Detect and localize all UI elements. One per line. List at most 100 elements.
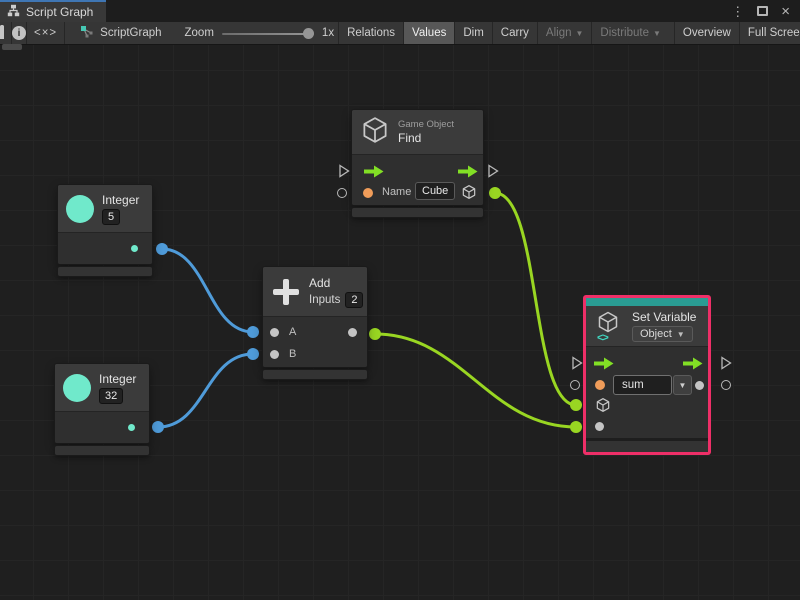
zoom-level: 1x — [322, 27, 334, 39]
add-sum-output-port[interactable] — [369, 328, 381, 340]
control-out-arrow-icon[interactable] — [682, 357, 704, 370]
addB-input-port[interactable] — [247, 348, 259, 360]
window-tab-bar: Script Graph ⋮ × — [0, 0, 800, 22]
chevron-down-icon: ▼ — [653, 29, 661, 38]
wire-integer32-to-addB[interactable] — [158, 354, 253, 427]
setvariable-control-input-port[interactable] — [571, 356, 583, 375]
variable-name-dropdown-button[interactable]: ▼ — [673, 375, 692, 395]
canvas-corner-chip — [2, 44, 22, 50]
tab-title: Script Graph — [26, 5, 93, 19]
window-maximize-icon[interactable] — [757, 6, 768, 16]
code-view-button[interactable]: <×> — [27, 22, 65, 44]
wire-find-to-setvariable[interactable] — [495, 193, 576, 405]
node-footer — [58, 267, 152, 276]
add-icon — [271, 277, 301, 307]
setvariable-value-output-port[interactable] — [721, 380, 731, 390]
addA-input-port[interactable] — [247, 326, 259, 338]
find-gameobject-output-port[interactable] — [489, 187, 501, 199]
node-title: Set Variable — [632, 310, 696, 324]
control-out-arrow-icon[interactable] — [457, 165, 479, 178]
integer-output-dot[interactable] — [128, 424, 135, 431]
node-add[interactable]: Add Inputs 2 A B — [263, 267, 367, 379]
node-footer — [263, 370, 367, 379]
control-in-arrow-icon[interactable] — [593, 357, 615, 370]
setvariable-name-input-port[interactable] — [570, 380, 580, 390]
node-integer-32[interactable]: Integer 32 — [55, 364, 149, 455]
integer-type-icon — [66, 195, 94, 223]
variable-name-input-dot[interactable] — [595, 380, 605, 390]
node-footer — [352, 208, 483, 217]
chevron-down-icon: ▼ — [576, 29, 584, 38]
output-value-dot[interactable] — [695, 381, 704, 390]
setvariable-object-input-port[interactable] — [570, 399, 582, 411]
inputs-label: Inputs — [309, 294, 340, 306]
find-name-input-port[interactable] — [337, 188, 347, 198]
chevron-down-icon: ▼ — [677, 330, 685, 339]
port-a-label: A — [289, 326, 296, 338]
setvariable-value-input-port[interactable] — [570, 421, 582, 433]
zoom-slider[interactable] — [222, 22, 314, 45]
lock-button[interactable] — [0, 22, 12, 44]
scriptgraph-name: ScriptGraph — [100, 27, 161, 39]
name-value-field[interactable]: Cube — [415, 182, 455, 200]
control-in-arrow-icon[interactable] — [363, 165, 385, 178]
variable-brackets-icon: <> — [597, 332, 608, 344]
zoom-label: Zoom — [185, 27, 214, 39]
node-title: Add — [309, 276, 363, 290]
gameobject-output-cube-icon[interactable] — [461, 184, 477, 205]
gameobject-cube-icon — [360, 115, 390, 150]
port-b-dot[interactable] — [270, 350, 279, 359]
align-button: Align ▼ — [537, 22, 592, 44]
zoom-slider-handle[interactable] — [303, 28, 314, 39]
tab-script-graph[interactable]: Script Graph — [0, 0, 106, 22]
integer-value-field[interactable]: 5 — [102, 209, 120, 225]
full-screen-button[interactable]: Full Screen — [739, 22, 800, 44]
variable-name-field[interactable]: sum — [613, 375, 672, 395]
integer5-output-port[interactable] — [156, 243, 168, 255]
integer-output-dot[interactable] — [131, 245, 138, 252]
graph-hierarchy-icon — [7, 4, 20, 20]
integer32-output-port[interactable] — [152, 421, 164, 433]
name-label: Name — [382, 186, 411, 198]
name-input-dot[interactable] — [363, 188, 373, 198]
graph-toolbar: i <×> ScriptGraph Zoom 1x Relations Valu… — [0, 22, 800, 45]
node-title: Find — [398, 131, 454, 145]
node-footer — [55, 446, 149, 455]
port-a-dot[interactable] — [270, 328, 279, 337]
window-close-icon[interactable]: × — [781, 4, 790, 19]
node-footer — [586, 441, 708, 452]
relations-button[interactable]: Relations — [338, 22, 403, 44]
code-icon: <×> — [34, 27, 57, 39]
node-category: Game Object — [398, 119, 454, 130]
dim-button[interactable]: Dim — [454, 22, 491, 44]
value-input-dot[interactable] — [595, 422, 604, 431]
object-input-cube-icon[interactable] — [595, 397, 611, 418]
find-control-input-port[interactable] — [338, 164, 350, 183]
integer-value-field[interactable]: 32 — [99, 388, 123, 404]
sum-output-dot[interactable] — [348, 328, 357, 337]
chevron-down-icon: ▼ — [679, 381, 687, 390]
scriptgraph-reference[interactable]: ScriptGraph — [71, 22, 170, 44]
info-icon: i — [12, 26, 26, 40]
inputs-count-field[interactable]: 2 — [345, 292, 363, 308]
overview-button[interactable]: Overview — [674, 22, 739, 44]
inspect-button[interactable]: i — [12, 22, 27, 44]
node-set-variable[interactable]: <> Set Variable Object ▼ sum ▼ — [583, 295, 711, 455]
wire-integer5-to-addA[interactable] — [162, 249, 253, 332]
scriptgraph-asset-icon — [80, 25, 94, 42]
zoom-slider-track — [222, 33, 314, 35]
set-variable-icon: <> — [594, 310, 624, 342]
node-integer-5[interactable]: Integer 5 — [58, 185, 152, 276]
lock-icon — [0, 27, 11, 39]
values-button[interactable]: Values — [403, 22, 454, 44]
find-control-output-port[interactable] — [487, 164, 499, 183]
graph-canvas[interactable]: Integer 5 Integer 32 — [0, 45, 800, 600]
node-gameobject-find[interactable]: Game Object Find Name Cube — [352, 110, 483, 217]
setvariable-control-output-port[interactable] — [720, 356, 732, 375]
carry-button[interactable]: Carry — [492, 22, 537, 44]
window-menu-icon[interactable]: ⋮ — [731, 5, 744, 18]
variable-scope-dropdown[interactable]: Object ▼ — [632, 326, 693, 342]
variable-node-strip — [586, 298, 708, 306]
integer-type-icon — [63, 374, 91, 402]
port-b-label: B — [289, 348, 296, 360]
